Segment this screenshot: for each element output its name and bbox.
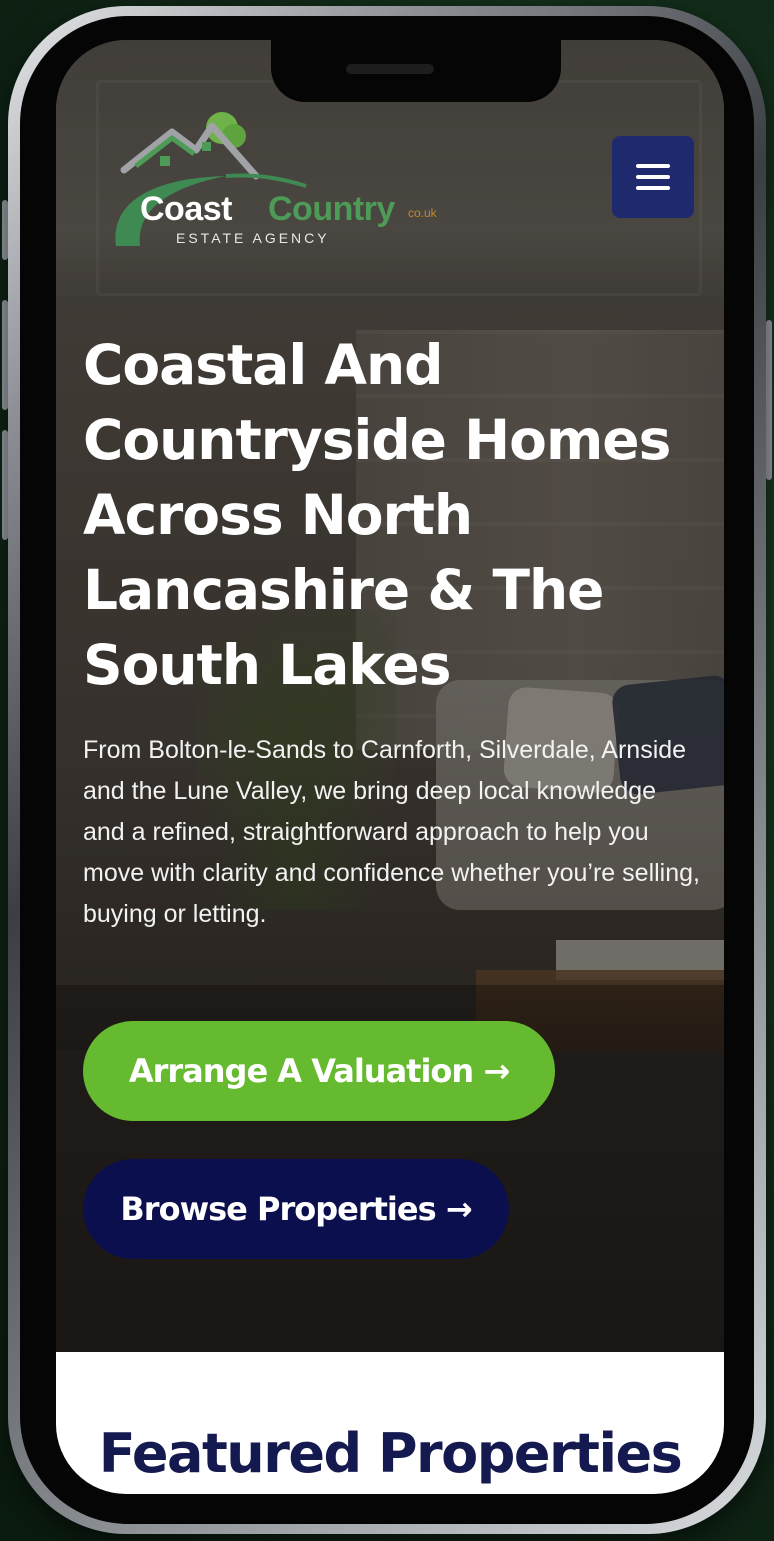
hero-section: Coast Country co.uk ESTATE AGENCY Coasta…	[56, 40, 724, 1352]
logo-domain-suffix: co.uk	[408, 206, 437, 220]
logo-word-country: Country	[268, 190, 395, 228]
site-logo[interactable]: Coast Country co.uk ESTATE AGENCY	[106, 106, 446, 256]
hero-headline: Coastal And Countryside Homes Across Nor…	[83, 333, 671, 697]
arrange-valuation-button[interactable]: Arrange A Valuation →	[83, 1021, 555, 1121]
featured-properties-heading: Featured Properties	[98, 1422, 683, 1485]
phone-speaker	[346, 64, 434, 74]
browse-properties-button[interactable]: Browse Properties →	[83, 1159, 509, 1259]
featured-properties-section: Featured Properties	[56, 1352, 724, 1494]
phone-power-button	[766, 320, 772, 480]
hamburger-menu-icon	[636, 164, 670, 190]
logo-tagline: ESTATE AGENCY	[176, 230, 330, 246]
device-mockup-background: Coast Country co.uk ESTATE AGENCY Coasta…	[0, 0, 774, 1541]
logo-word-coast: Coast	[140, 190, 232, 228]
menu-button[interactable]	[612, 136, 694, 218]
hero-intro-text: From Bolton-le-Sands to Carnforth, Silve…	[83, 736, 700, 928]
phone-screen: Coast Country co.uk ESTATE AGENCY Coasta…	[56, 40, 724, 1494]
